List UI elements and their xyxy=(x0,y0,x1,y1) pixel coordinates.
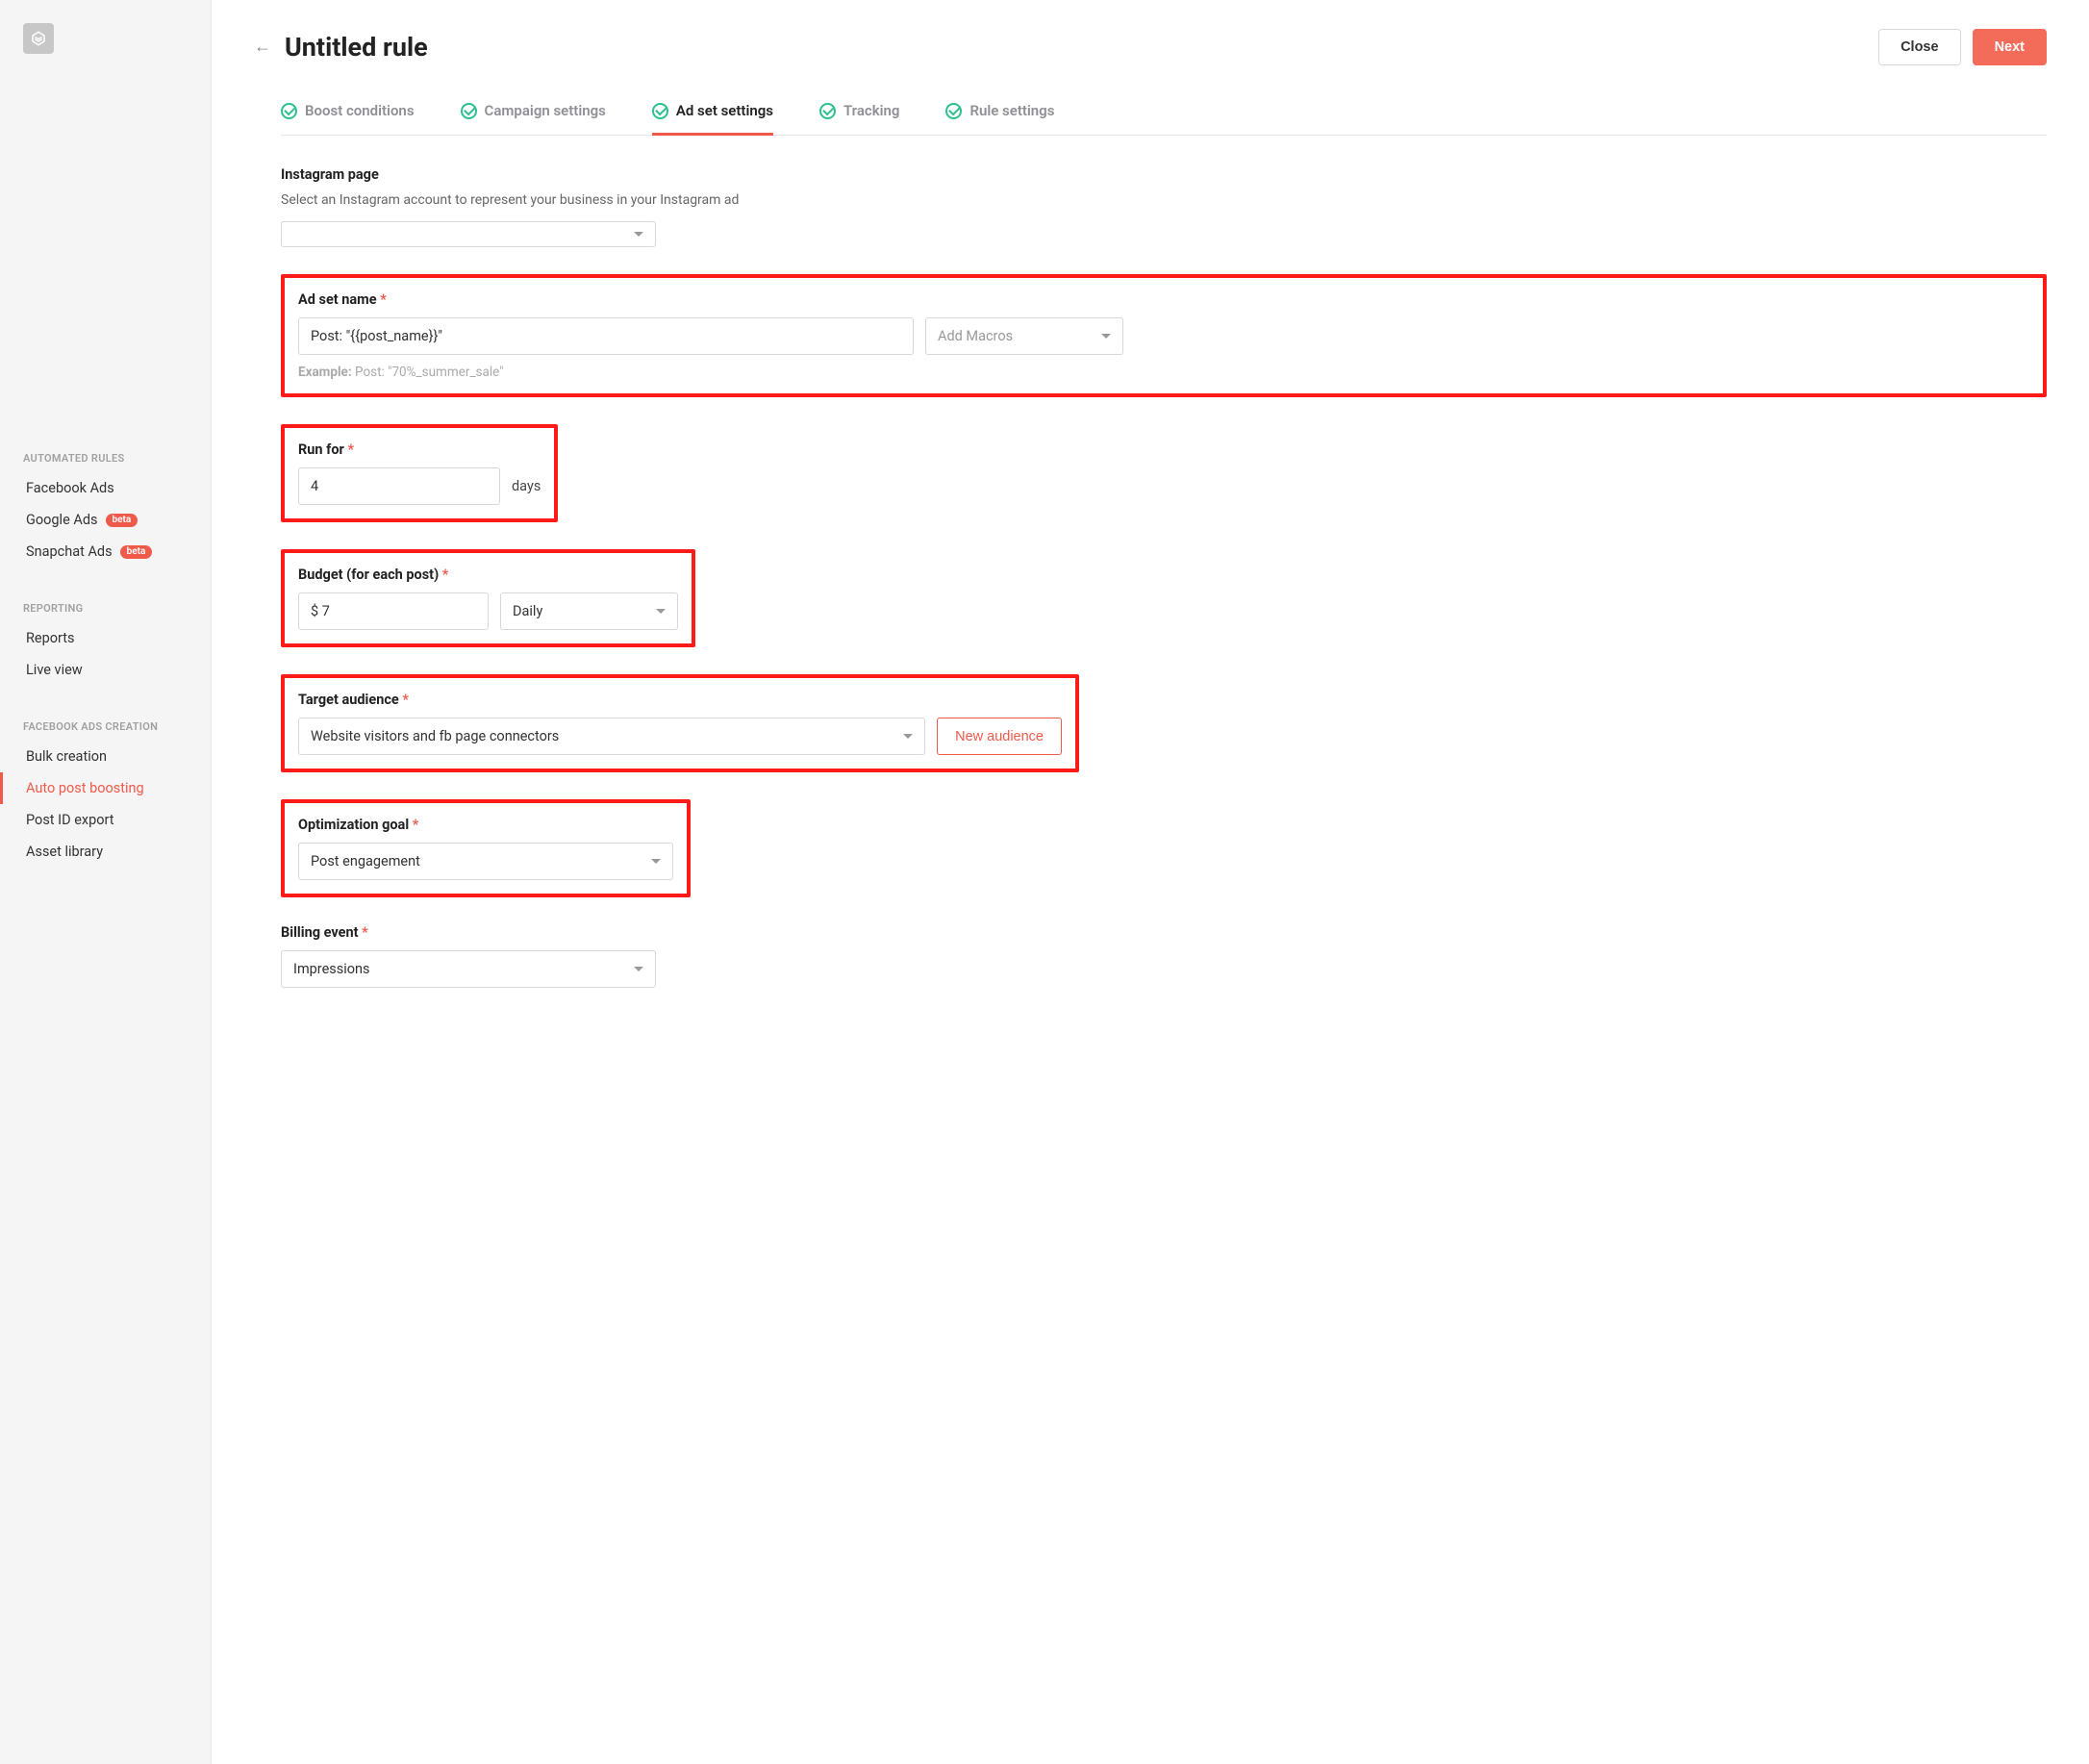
back-arrow-icon[interactable]: ← xyxy=(254,38,271,56)
sidebar-item-label: Asset library xyxy=(26,844,103,860)
sidebar-item-label: Reports xyxy=(26,630,75,646)
close-button[interactable]: Close xyxy=(1878,29,1961,65)
chevron-down-icon xyxy=(651,859,661,864)
new-audience-button[interactable]: New audience xyxy=(937,718,1062,755)
target-audience-label: Target audience * xyxy=(298,692,1062,708)
select-value: Impressions xyxy=(293,961,370,977)
budget-amount-input[interactable] xyxy=(298,592,489,630)
main-content: ← Untitled rule Close Next Boost conditi… xyxy=(212,0,2089,1764)
target-audience-select[interactable]: Website visitors and fb page connectors xyxy=(298,718,925,755)
step-label: Ad set settings xyxy=(676,102,773,119)
sidebar-heading-reporting: REPORTING xyxy=(0,592,211,622)
sidebar-item-asset-library[interactable]: Asset library xyxy=(0,836,211,868)
beta-badge: beta xyxy=(120,545,153,559)
chevron-down-icon xyxy=(634,232,643,237)
sidebar-item-auto-post-boosting[interactable]: Auto post boosting xyxy=(0,772,211,804)
step-ad-set-settings[interactable]: Ad set settings xyxy=(652,88,773,136)
select-value: Post engagement xyxy=(311,853,420,869)
ad-set-name-input[interactable] xyxy=(298,317,914,355)
chevron-down-icon xyxy=(1101,334,1111,339)
sidebar-item-google-ads[interactable]: Google Ads beta xyxy=(0,504,211,536)
optimization-goal-label: Optimization goal * xyxy=(298,817,673,833)
sidebar-item-label: Google Ads xyxy=(26,512,98,528)
sidebar: AUTOMATED RULES Facebook Ads Google Ads … xyxy=(0,0,212,1764)
sidebar-item-label: Bulk creation xyxy=(26,748,107,765)
sidebar-item-label: Facebook Ads xyxy=(26,480,114,496)
step-rule-settings[interactable]: Rule settings xyxy=(945,88,1054,136)
instagram-page-label: Instagram page xyxy=(281,166,2047,183)
next-button[interactable]: Next xyxy=(1973,29,2047,65)
budget-period-select[interactable]: Daily xyxy=(500,592,678,630)
select-placeholder: Add Macros xyxy=(938,328,1013,344)
run-for-section: Run for * days xyxy=(281,424,558,522)
step-campaign-settings[interactable]: Campaign settings xyxy=(461,88,606,136)
sidebar-item-snapchat-ads[interactable]: Snapchat Ads beta xyxy=(0,536,211,567)
chevron-down-icon xyxy=(634,967,643,971)
chevron-down-icon xyxy=(903,734,913,739)
app-logo xyxy=(23,23,54,54)
run-for-label: Run for * xyxy=(298,441,541,458)
sidebar-item-bulk-creation[interactable]: Bulk creation xyxy=(0,741,211,772)
step-label: Boost conditions xyxy=(305,102,415,119)
sidebar-item-label: Snapchat Ads xyxy=(26,543,113,560)
billing-event-section: Billing event * Impressions xyxy=(281,924,2047,988)
check-circle-icon xyxy=(281,103,297,119)
check-circle-icon xyxy=(652,103,668,119)
step-label: Tracking xyxy=(843,102,899,119)
ad-set-name-section: Ad set name * Add Macros Example: Post: … xyxy=(281,274,2047,397)
sidebar-item-label: Live view xyxy=(26,662,83,678)
target-audience-section: Target audience * Website visitors and f… xyxy=(281,674,1079,772)
step-tracking[interactable]: Tracking xyxy=(819,88,899,136)
run-for-suffix: days xyxy=(512,478,541,494)
chevron-down-icon xyxy=(656,609,666,614)
billing-event-select[interactable]: Impressions xyxy=(281,950,656,988)
check-circle-icon xyxy=(461,103,477,119)
run-for-input[interactable] xyxy=(298,467,500,505)
optimization-goal-select[interactable]: Post engagement xyxy=(298,843,673,880)
sidebar-item-label: Auto post boosting xyxy=(26,780,144,796)
check-circle-icon xyxy=(819,103,836,119)
step-label: Campaign settings xyxy=(485,102,606,119)
wizard-steps: Boost conditions Campaign settings Ad se… xyxy=(281,88,2047,136)
instagram-page-help: Select an Instagram account to represent… xyxy=(281,192,2047,208)
instagram-page-select[interactable] xyxy=(281,221,656,247)
step-label: Rule settings xyxy=(969,102,1054,119)
sidebar-item-label: Post ID export xyxy=(26,812,114,828)
sidebar-item-reports[interactable]: Reports xyxy=(0,622,211,654)
sidebar-item-live-view[interactable]: Live view xyxy=(0,654,211,686)
ad-set-name-example: Example: Post: "70%_summer_sale" xyxy=(298,365,2029,380)
step-boost-conditions[interactable]: Boost conditions xyxy=(281,88,415,136)
sidebar-item-post-id-export[interactable]: Post ID export xyxy=(0,804,211,836)
budget-label: Budget (for each post) * xyxy=(298,567,678,583)
sidebar-item-facebook-ads[interactable]: Facebook Ads xyxy=(0,472,211,504)
sidebar-heading-automated-rules: AUTOMATED RULES xyxy=(0,442,211,472)
billing-event-label: Billing event * xyxy=(281,924,2047,941)
select-value: Website visitors and fb page connectors xyxy=(311,728,559,744)
budget-section: Budget (for each post) * Daily xyxy=(281,549,695,647)
beta-badge: beta xyxy=(106,514,138,527)
optimization-goal-section: Optimization goal * Post engagement xyxy=(281,799,691,897)
add-macros-select[interactable]: Add Macros xyxy=(925,317,1123,355)
ad-set-name-label: Ad set name * xyxy=(298,291,2029,308)
select-value: Daily xyxy=(513,603,542,619)
check-circle-icon xyxy=(945,103,962,119)
page-title: Untitled rule xyxy=(285,32,428,63)
sidebar-heading-fb-ads-creation: FACEBOOK ADS CREATION xyxy=(0,711,211,741)
